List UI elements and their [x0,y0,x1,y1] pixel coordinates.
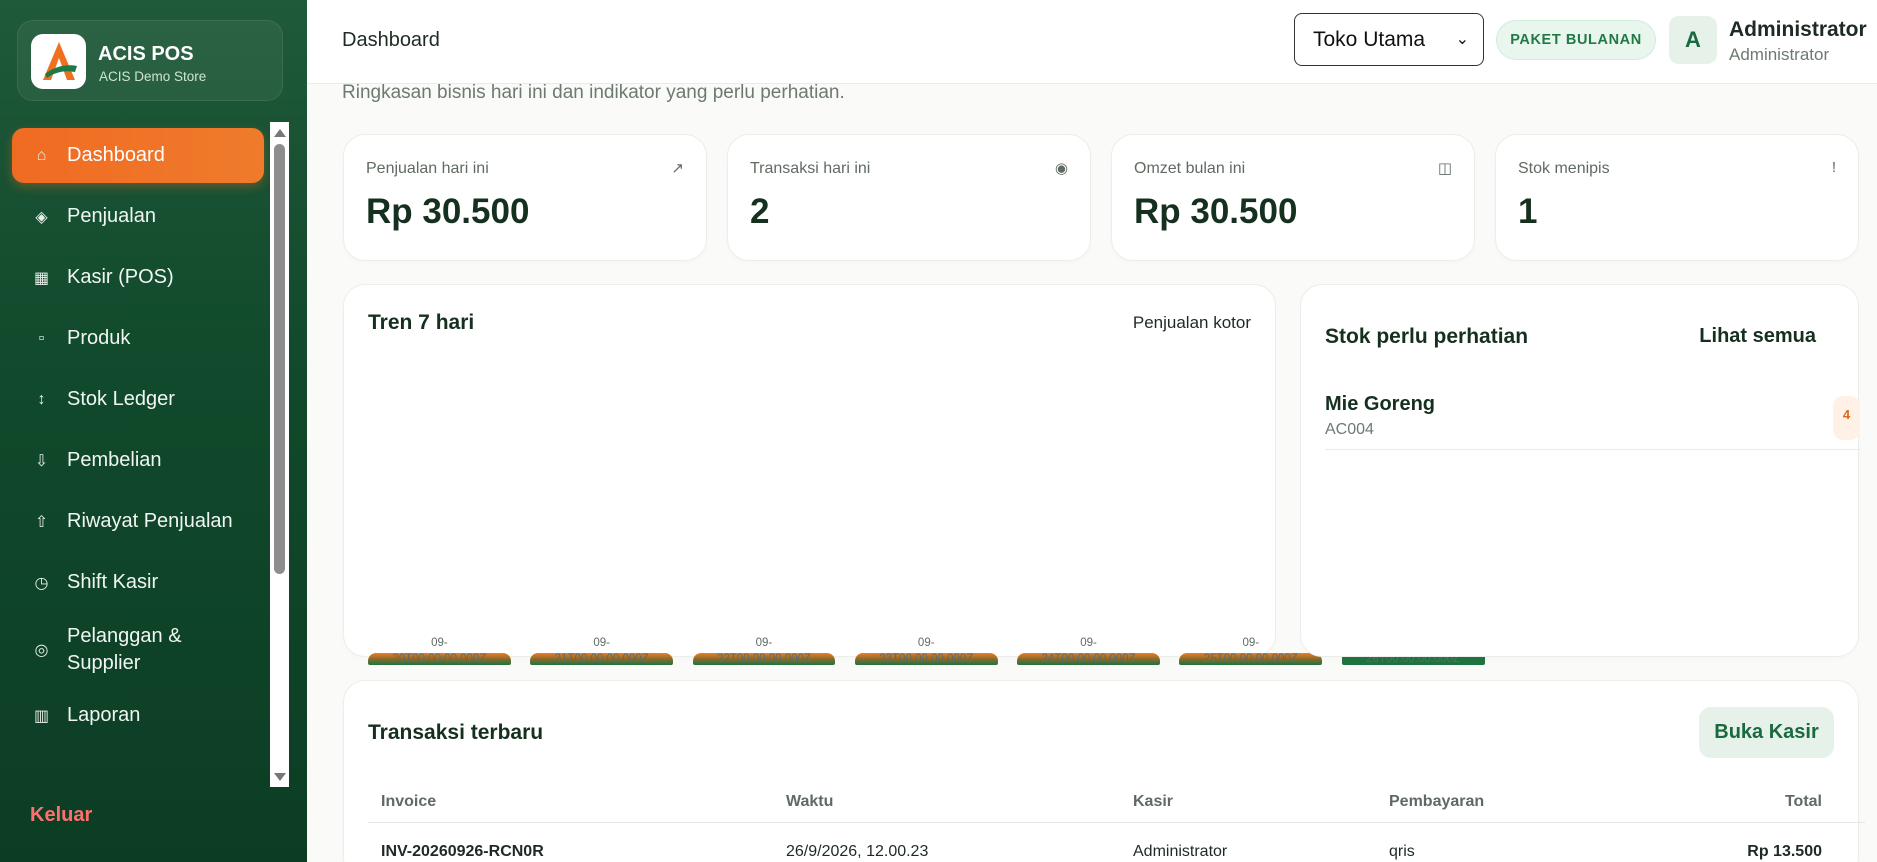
col-header-total[interactable]: Total [1785,793,1822,811]
sidebar-item-label: Stok Ledger [67,388,175,410]
logout-button[interactable]: Keluar [30,804,92,827]
transactions-title: Transaksi terbaru [368,721,544,744]
chevron-down-icon: ⌄ [1455,31,1469,48]
recent-transactions-card: Transaksi terbaru Buka Kasir Invoice Wak… [343,680,1865,862]
avatar[interactable]: A [1669,16,1717,64]
chart-x-tick-label: 09- 24T00:00:00.000Z [1041,637,1136,665]
sidebar-item-label: Laporan [67,704,141,726]
sidebar-item-pelanggan-supplier[interactable]: ◎ Pelanggan & Supplier [12,619,212,681]
stat-card-stok-menipis: Stok menipis ! 1 [1495,134,1859,261]
product-icon: ▫ [38,329,45,347]
sidebar-scrollbar[interactable] [270,122,289,787]
stat-value: Rp 30.500 [366,192,530,231]
plan-badge: PAKET BULANAN [1496,20,1656,60]
stat-card-omzet: Omzet bulan ini ◫ Rp 30.500 [1111,134,1475,261]
sales-icon: ◈ [35,208,48,226]
store-select-value: Toko Utama [1313,27,1426,51]
sidebar-item-label: Dashboard [67,144,165,166]
col-header-pembayaran[interactable]: Pembayaran [1389,793,1484,811]
scroll-down-icon[interactable] [274,773,286,781]
stat-label: Stok menipis [1518,160,1610,177]
cell-payment: qris [1389,843,1415,860]
stock-item-code: AC004 [1325,421,1374,438]
cell-total: Rp 13.500 [1747,843,1822,860]
open-cashier-button[interactable]: Buka Kasir [1699,707,1834,758]
stock-item[interactable]: Mie Goreng AC004 4 [1325,393,1860,450]
stat-card-transaksi: Transaksi hari ini ◉ 2 [727,134,1091,261]
book-icon: ◫ [1437,160,1452,177]
chart-title: Tren 7 hari [368,311,475,334]
cell-time: 26/9/2026, 12.00.23 [786,843,929,860]
scroll-thumb[interactable] [274,144,285,574]
stat-label: Penjualan hari ini [366,160,489,177]
see-all-link[interactable]: Lihat semua [1699,325,1816,348]
user-name: Administrator [1729,18,1867,41]
chart-x-tick-label: 09- 22T00:00:00.000Z [716,637,811,665]
sidebar-item-label: Riwayat Penjualan [67,510,233,532]
sidebar-item-label: Produk [67,327,131,349]
purchase-icon: ⇩ [34,452,49,470]
sidebar-item-stok-ledger[interactable]: ↕ Stok Ledger [12,372,264,427]
chart-legend: Penjualan kotor [1132,313,1251,332]
stock-attention-card: Stok perlu perhatian Lihat semua Mie Gor… [1300,284,1860,657]
stock-title: Stok perlu perhatian [1325,325,1529,348]
sidebar-item-dashboard[interactable]: ⌂ Dashboard [12,128,264,183]
trend-chart-card: Tren 7 hari Penjualan kotor 09- 20T00:00:… [343,284,1485,665]
acis-logo-icon [31,34,86,89]
topbar: Dashboard Toko Utama ⌄ PAKET BULANAN A A… [307,0,1877,84]
history-icon: ⇧ [34,513,49,531]
report-icon: ▥ [33,707,50,725]
stock-item-qty-badge: 4 [1833,396,1860,440]
col-header-invoice[interactable]: Invoice [381,793,436,811]
stat-label: Transaksi hari ini [750,160,871,177]
chart-x-tick-label: 09- 20T00:00:00.000Z [392,637,487,665]
stat-card-penjualan: Penjualan hari ini ↗ Rp 30.500 [343,134,707,261]
clock-icon: ◷ [34,574,49,592]
sidebar-item-laporan[interactable]: ▥ Laporan [12,688,264,743]
trend-icon: ↗ [671,160,684,177]
sidebar-item-produk[interactable]: ▫ Produk [12,311,264,366]
sidebar-nav: ⌂ Dashboard ◈ Penjualan ▦ Kasir (POS) ▫ … [0,122,270,787]
ledger-icon: ↕ [37,390,46,408]
sidebar-item-riwayat-penjualan[interactable]: ⇧ Riwayat Penjualan [12,494,264,549]
stat-value: Rp 30.500 [1134,192,1298,231]
sidebar-item-label: Kasir (POS) [67,266,174,288]
col-header-waktu[interactable]: Waktu [786,793,833,811]
sidebar-item-pembelian[interactable]: ⇩ Pembelian [12,433,264,488]
sidebar-item-penjualan[interactable]: ◈ Penjualan [12,189,264,244]
sidebar-item-label: Penjualan [67,205,156,227]
page-subtitle: Ringkasan bisnis hari ini dan indikator … [342,82,845,103]
stat-label: Omzet bulan ini [1134,160,1246,177]
stat-value: 2 [750,192,770,231]
sidebar-item-kasir[interactable]: ▦ Kasir (POS) [12,250,264,305]
sidebar-item-label: Shift Kasir [67,571,159,593]
stock-item-name: Mie Goreng [1325,393,1436,415]
sidebar-item-label: Pembelian [67,449,162,471]
user-role: Administrator [1729,45,1830,64]
contacts-icon: ◎ [34,642,49,659]
table-divider [368,822,1865,823]
col-header-kasir[interactable]: Kasir [1133,793,1173,811]
brand-store: ACIS Demo Store [99,69,207,84]
store-select[interactable]: Toko Utama ⌄ [1294,13,1484,66]
brand-card[interactable]: ACIS POS ACIS Demo Store [17,20,283,101]
sidebar: ACIS POS ACIS Demo Store ⌂ Dashboard ◈ P… [0,0,307,862]
target-icon: ◉ [1054,160,1068,177]
chart-x-tick-label: 09- 21T00:00:00.000Z [554,637,649,665]
chart-x-tick-label: 09- 23T00:00:00.000Z [879,637,974,665]
sidebar-item-shift-kasir[interactable]: ◷ Shift Kasir [12,555,264,610]
cashier-icon: ▦ [33,269,50,287]
home-icon: ⌂ [36,146,47,164]
scroll-up-icon[interactable] [274,129,286,137]
brand-name: ACIS POS [98,43,194,65]
stat-value: 1 [1518,192,1538,231]
breadcrumb: Dashboard [342,29,440,51]
sidebar-item-label: Pelanggan & Supplier [67,625,182,674]
alert-icon: ! [1831,159,1836,176]
cell-invoice[interactable]: INV-20260926-RCN0R [381,843,544,861]
cell-cashier: Administrator [1133,843,1228,860]
